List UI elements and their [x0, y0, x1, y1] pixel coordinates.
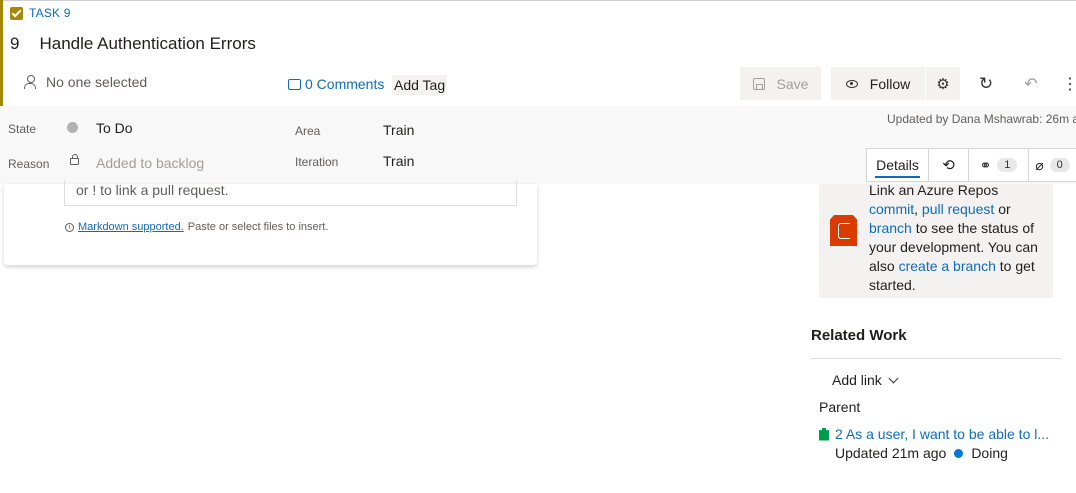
reason-value: Added to backlog — [96, 155, 205, 171]
area-label: Area — [295, 124, 321, 138]
editor-hint: or ! to link a pull request. — [76, 182, 229, 198]
chevron-down-icon — [888, 373, 899, 383]
dev-line1: Link an Azure Repos — [869, 184, 999, 198]
paperclip-icon: ⌀ — [1035, 156, 1044, 173]
markdown-link[interactable]: Markdown supported. — [78, 221, 184, 233]
user-story-icon — [819, 427, 829, 441]
history-icon: ⟲ — [942, 157, 955, 174]
save-label: Save — [776, 75, 809, 92]
lock-icon — [70, 154, 79, 165]
parent-updated: Updated 21m ago — [835, 445, 947, 461]
comments-link[interactable]: 0 Comments — [288, 76, 384, 92]
save-icon — [752, 77, 765, 90]
state-label: State — [8, 122, 37, 136]
updated-by-text[interactable]: Updated by Dana Mshawrab: 26m a — [887, 112, 1076, 126]
eye-icon — [845, 79, 858, 88]
save-button[interactable]: Save — [740, 67, 821, 100]
link-icon: ⚭ — [979, 156, 992, 173]
comment-icon — [288, 78, 301, 90]
assignee-picker[interactable]: No one selected — [24, 74, 147, 90]
markdown-hint: Paste or select files to insert. — [187, 221, 329, 233]
person-icon — [24, 75, 36, 89]
related-work-title: Related Work — [811, 327, 907, 344]
markdown-hint-row: i Markdown supported. Paste or select fi… — [65, 221, 328, 233]
reason-label: Reason — [8, 157, 50, 171]
parent-state: Doing — [971, 445, 1008, 461]
create-branch-link[interactable]: create a branch — [899, 258, 996, 274]
undo-button[interactable]: ↶ — [1016, 67, 1046, 100]
settings-button[interactable]: ⚙ — [926, 67, 960, 100]
tab-attachments[interactable]: ⌀ 0 — [1028, 148, 1076, 182]
state-value[interactable]: To Do — [96, 120, 133, 136]
repo-icon — [830, 215, 857, 246]
gear-icon: ⚙ — [936, 75, 950, 93]
task-color-bar — [0, 0, 3, 106]
work-item-title-row[interactable]: 9 Handle Authentication Errors — [10, 34, 256, 54]
work-item-title[interactable]: Handle Authentication Errors — [39, 34, 255, 54]
iteration-label: Iteration — [295, 155, 339, 169]
refresh-button[interactable]: ↻ — [970, 67, 1002, 100]
development-card: Link an Azure Repos commit, pull request… — [819, 184, 1053, 298]
assignee-label: No one selected — [46, 74, 148, 90]
add-link-label: Add link — [832, 372, 882, 388]
area-value[interactable]: Train — [383, 122, 414, 138]
parent-item-title: 2 As a user, I want to be able to l... — [835, 426, 1050, 442]
tab-details[interactable]: Details — [866, 148, 928, 182]
development-text: Link an Azure Repos commit, pull request… — [869, 184, 1038, 293]
work-item-tabs: Details ⟲ ⚭ 1 ⌀ 0 — [866, 148, 1076, 182]
commit-link[interactable]: commit — [869, 201, 914, 217]
work-item-type-label: TASK 9 — [29, 6, 71, 20]
discussion-editor[interactable]: or ! to link a pull request. — [64, 180, 517, 206]
parent-item-meta: Updated 21m ago Doing — [835, 445, 1008, 461]
pull-request-link[interactable]: pull request — [922, 201, 994, 217]
doing-state-dot — [954, 448, 964, 458]
attachments-count-badge: 0 — [1049, 158, 1070, 172]
more-icon: ⋮ — [1062, 75, 1076, 93]
undo-icon: ↶ — [1024, 75, 1038, 93]
task-check-icon — [10, 6, 23, 20]
links-count-badge: 1 — [997, 158, 1018, 172]
related-work-divider — [811, 358, 1061, 359]
dev-or: or — [998, 201, 1011, 217]
branch-link[interactable]: branch — [869, 220, 912, 236]
tab-details-label: Details — [876, 157, 919, 173]
iteration-value[interactable]: Train — [383, 153, 414, 169]
add-tag-button[interactable]: Add Tag — [392, 75, 448, 95]
state-indicator — [67, 122, 78, 133]
parent-label: Parent — [819, 399, 861, 415]
tab-links[interactable]: ⚭ 1 — [968, 148, 1028, 182]
follow-button[interactable]: Follow — [831, 67, 925, 100]
discussion-card: or ! to link a pull request. i Markdown … — [4, 180, 537, 265]
tab-history[interactable]: ⟲ — [928, 148, 968, 182]
follow-label: Follow — [869, 75, 911, 92]
refresh-icon: ↻ — [978, 73, 994, 93]
more-actions-button[interactable]: ⋮ — [1062, 67, 1076, 100]
comments-label: 0 Comments — [305, 76, 385, 92]
info-icon: i — [65, 222, 74, 232]
work-item-type: TASK 9 — [10, 6, 71, 20]
work-item-id: 9 — [10, 34, 20, 53]
top-border — [0, 0, 1076, 1]
add-link-button[interactable]: Add link — [832, 372, 899, 388]
parent-item-link[interactable]: 2 As a user, I want to be able to l... — [819, 426, 1049, 442]
